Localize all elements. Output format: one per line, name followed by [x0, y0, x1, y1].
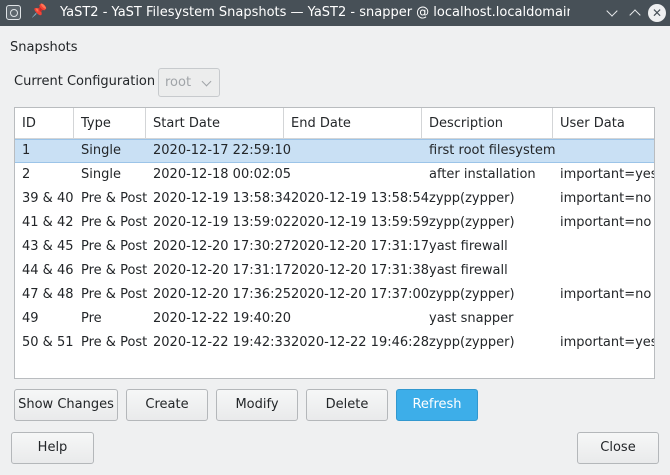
cell-description: first root filesystem	[429, 143, 556, 158]
cell-id: 49	[22, 311, 39, 326]
cell-end-date: 2020-12-19 13:59:59	[291, 215, 430, 230]
minimize-button[interactable]	[603, 4, 621, 22]
chevron-down-icon	[606, 5, 618, 17]
table-row[interactable]: 43 & 45 Pre & Post 2020-12-20 17:30:27 2…	[15, 235, 654, 259]
cell-end-date: 2020-12-20 17:31:17	[291, 239, 430, 254]
cell-type: Pre & Post	[81, 239, 148, 254]
cell-type: Pre & Post	[81, 335, 148, 350]
table-header: ID Type Start Date End Date Description …	[15, 108, 654, 139]
cell-start-date: 2020-12-20 17:31:17	[153, 263, 292, 278]
cell-start-date: 2020-12-18 00:02:05	[153, 167, 292, 182]
cell-user-data	[553, 259, 654, 283]
cell-description: zypp(zypper)	[429, 287, 515, 302]
cell-user-data: important=no	[560, 287, 652, 302]
chevron-down-icon	[201, 76, 212, 87]
column-header-id[interactable]: ID	[15, 108, 74, 139]
cell-description: zypp(zypper)	[429, 191, 515, 206]
cell-type: Pre & Post	[81, 263, 148, 278]
cell-id: 39 & 40	[22, 191, 74, 206]
cell-id: 47 & 48	[22, 287, 74, 302]
cell-user-data: important=yes	[560, 335, 655, 350]
cell-start-date: 2020-12-20 17:36:25	[153, 287, 292, 302]
section-label: Snapshots	[10, 40, 78, 55]
cell-id: 41 & 42	[22, 215, 74, 230]
cell-type: Pre	[81, 311, 102, 326]
close-button[interactable]: Close	[577, 432, 659, 464]
column-header-start-date[interactable]: Start Date	[146, 108, 284, 139]
cell-user-data	[553, 235, 654, 259]
table-row[interactable]: 49 Pre 2020-12-22 19:40:20 yast snapper	[15, 307, 654, 331]
cell-description: zypp(zypper)	[429, 215, 515, 230]
close-window-button[interactable]: ✕	[648, 4, 666, 22]
table-row[interactable]: 1 Single 2020-12-17 22:59:10 first root …	[15, 139, 654, 163]
refresh-button[interactable]: Refresh	[396, 389, 478, 421]
show-changes-button[interactable]: Show Changes	[14, 389, 118, 421]
cell-type: Pre & Post	[81, 215, 148, 230]
cell-end-date	[284, 140, 422, 164]
table-row[interactable]: 44 & 46 Pre & Post 2020-12-20 17:31:17 2…	[15, 259, 654, 283]
window-title: YaST2 - YaST Filesystem Snapshots — YaST…	[60, 5, 570, 20]
modify-button[interactable]: Modify	[216, 389, 298, 421]
cell-user-data: important=no	[560, 215, 652, 230]
table-row[interactable]: 2 Single 2020-12-18 00:02:05 after insta…	[15, 163, 654, 187]
cell-id: 43 & 45	[22, 239, 74, 254]
cell-end-date	[284, 163, 422, 187]
config-select-value: root	[165, 75, 192, 90]
cell-end-date: 2020-12-20 17:37:00	[291, 287, 430, 302]
close-icon: ✕	[651, 6, 663, 20]
cell-description: yast firewall	[429, 239, 508, 254]
cell-type: Single	[81, 143, 121, 158]
table-row[interactable]: 47 & 48 Pre & Post 2020-12-20 17:36:25 2…	[15, 283, 654, 307]
cell-type: Pre & Post	[81, 191, 148, 206]
window-titlebar: 📌 YaST2 - YaST Filesystem Snapshots — Ya…	[0, 0, 670, 26]
delete-button[interactable]: Delete	[306, 389, 388, 421]
cell-description: zypp(zypper)	[429, 335, 515, 350]
cell-user-data	[553, 307, 654, 331]
cell-start-date: 2020-12-22 19:40:20	[153, 311, 292, 326]
cell-end-date: 2020-12-19 13:58:54	[291, 191, 430, 206]
table-row[interactable]: 41 & 42 Pre & Post 2020-12-19 13:59:02 2…	[15, 211, 654, 235]
column-header-description[interactable]: Description	[422, 108, 553, 139]
help-button[interactable]: Help	[11, 432, 94, 464]
column-header-end-date[interactable]: End Date	[284, 108, 422, 139]
table-row[interactable]: 50 & 51 Pre & Post 2020-12-22 19:42:33 2…	[15, 331, 654, 355]
snapshots-table[interactable]: ID Type Start Date End Date Description …	[14, 107, 655, 379]
column-header-user-data[interactable]: User Data	[553, 108, 654, 139]
cell-description: after installation	[429, 167, 536, 182]
cell-end-date: 2020-12-22 19:46:28	[291, 335, 430, 350]
cell-end-date: 2020-12-20 17:31:38	[291, 263, 430, 278]
column-header-type[interactable]: Type	[74, 108, 146, 139]
cell-type: Pre & Post	[81, 287, 148, 302]
maximize-button[interactable]	[626, 4, 644, 22]
cell-id: 1	[22, 143, 31, 158]
cell-id: 2	[22, 167, 31, 182]
cell-user-data	[553, 140, 654, 164]
table-row[interactable]: 39 & 40 Pre & Post 2020-12-19 13:58:34 2…	[15, 187, 654, 211]
cell-user-data: important=no	[560, 191, 652, 206]
cell-end-date	[284, 307, 422, 331]
cell-description: yast snapper	[429, 311, 514, 326]
config-label: Current Configuration	[14, 74, 156, 89]
cell-description: yast firewall	[429, 263, 508, 278]
cell-start-date: 2020-12-19 13:58:34	[153, 191, 292, 206]
cell-user-data: important=yes	[560, 167, 655, 182]
cell-start-date: 2020-12-22 19:42:33	[153, 335, 292, 350]
cell-start-date: 2020-12-17 22:59:10	[153, 143, 292, 158]
config-select[interactable]: root	[158, 68, 220, 97]
create-button[interactable]: Create	[126, 389, 208, 421]
cell-type: Single	[81, 167, 121, 182]
cell-start-date: 2020-12-20 17:30:27	[153, 239, 292, 254]
pin-icon[interactable]: 📌	[31, 4, 47, 20]
cell-start-date: 2020-12-19 13:59:02	[153, 215, 292, 230]
app-icon[interactable]	[6, 5, 21, 20]
cell-id: 44 & 46	[22, 263, 74, 278]
chevron-up-icon	[629, 9, 641, 21]
cell-id: 50 & 51	[22, 335, 74, 350]
